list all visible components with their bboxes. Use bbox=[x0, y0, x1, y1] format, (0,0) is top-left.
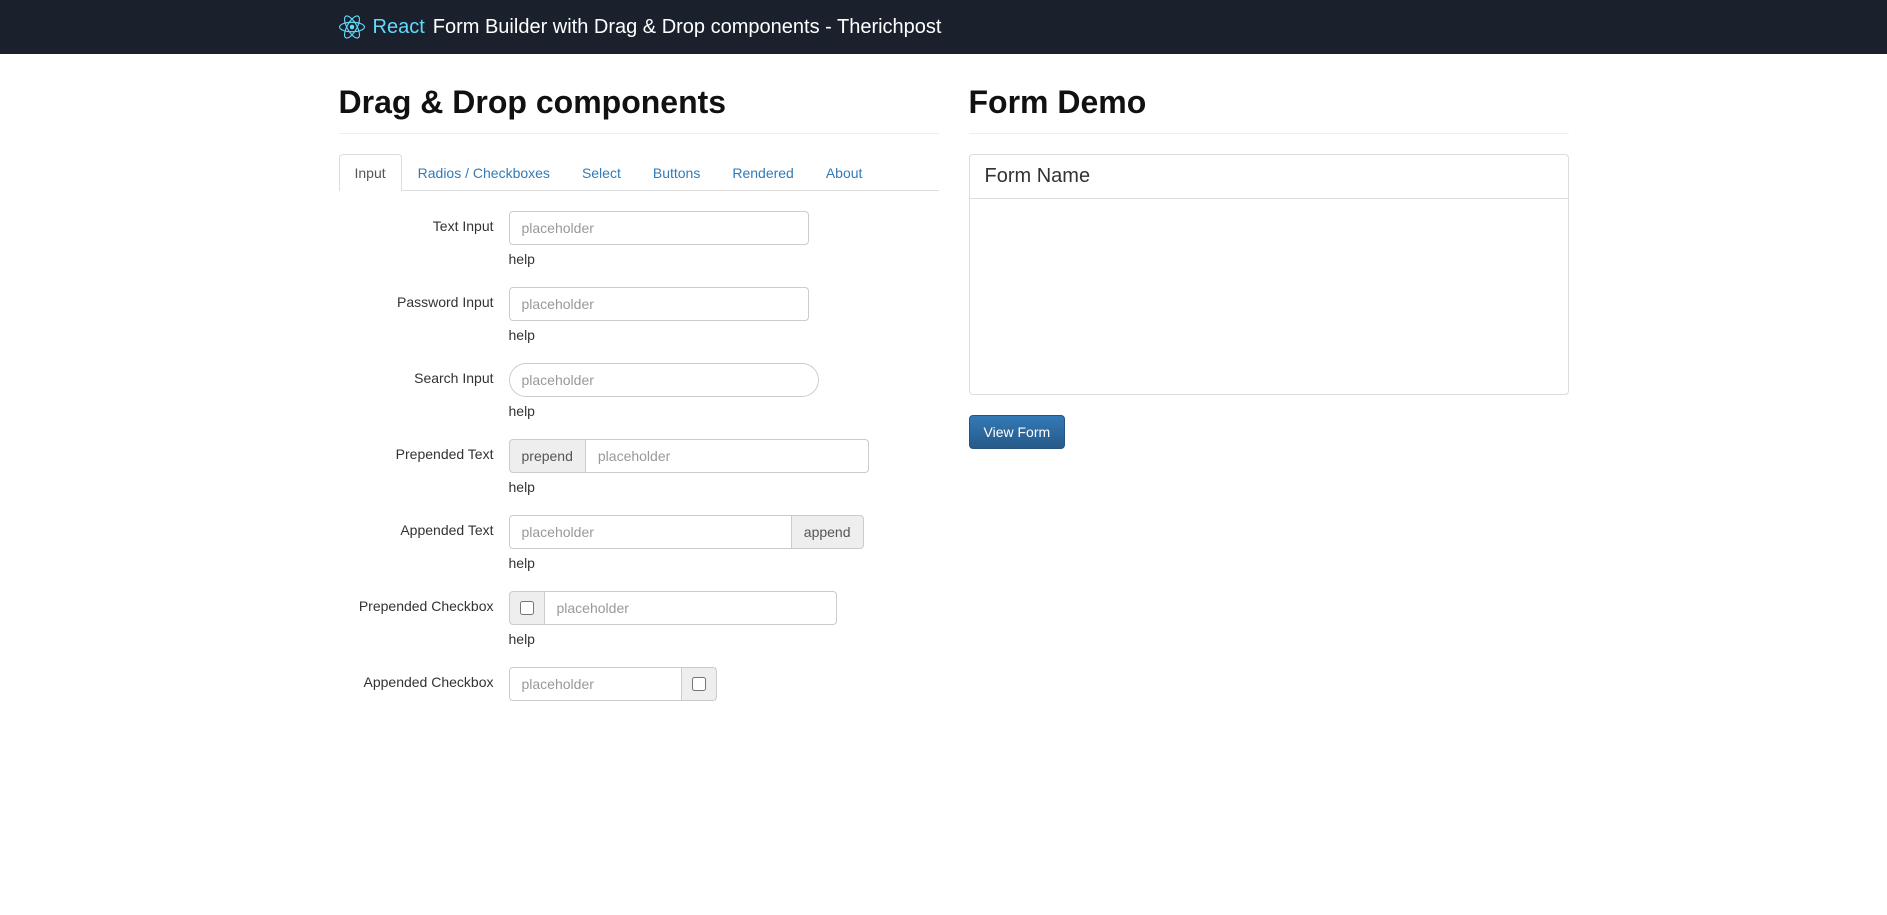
appended-checkbox-addon bbox=[682, 667, 717, 701]
append-addon: append bbox=[792, 515, 864, 549]
field-appended-text[interactable]: Appended Text append help bbox=[339, 515, 939, 571]
components-panel: Drag & Drop components Input Radios / Ch… bbox=[339, 84, 939, 721]
search-input-help: help bbox=[509, 403, 939, 419]
prepended-checkbox-field[interactable] bbox=[544, 591, 837, 625]
prepended-text-field[interactable] bbox=[585, 439, 869, 473]
text-input-help: help bbox=[509, 251, 939, 267]
text-input-label: Text Input bbox=[339, 211, 509, 267]
prepended-checkbox[interactable] bbox=[520, 601, 534, 615]
search-input-label: Search Input bbox=[339, 363, 509, 419]
tab-radios-checkboxes[interactable]: Radios / Checkboxes bbox=[402, 154, 566, 191]
field-password-input[interactable]: Password Input help bbox=[339, 287, 939, 343]
prepended-text-label: Prepended Text bbox=[339, 439, 509, 495]
tab-select[interactable]: Select bbox=[566, 154, 637, 191]
appended-checkbox-label: Appended Checkbox bbox=[339, 667, 509, 701]
form-demo-box[interactable]: Form Name bbox=[969, 154, 1569, 395]
navbar: React Form Builder with Drag & Drop comp… bbox=[0, 0, 1887, 54]
field-prepended-checkbox[interactable]: Prepended Checkbox help bbox=[339, 591, 939, 647]
react-logo-icon bbox=[339, 14, 365, 40]
field-prepended-text[interactable]: Prepended Text prepend help bbox=[339, 439, 939, 495]
password-input-label: Password Input bbox=[339, 287, 509, 343]
prepended-checkbox-label: Prepended Checkbox bbox=[339, 591, 509, 647]
field-search-input[interactable]: Search Input help bbox=[339, 363, 939, 419]
search-input-field[interactable] bbox=[509, 363, 819, 397]
appended-checkbox-field[interactable] bbox=[509, 667, 682, 701]
text-input-field[interactable] bbox=[509, 211, 809, 245]
prepended-text-help: help bbox=[509, 479, 939, 495]
divider bbox=[339, 133, 939, 134]
password-input-help: help bbox=[509, 327, 939, 343]
demo-panel: Form Demo Form Name View Form bbox=[969, 84, 1569, 721]
field-appended-checkbox[interactable]: Appended Checkbox bbox=[339, 667, 939, 701]
nav-title: Form Builder with Drag & Drop components… bbox=[433, 16, 942, 39]
form-demo-body[interactable] bbox=[970, 199, 1568, 394]
prepend-addon: prepend bbox=[509, 439, 585, 473]
password-input-field[interactable] bbox=[509, 287, 809, 321]
prepended-checkbox-help: help bbox=[509, 631, 939, 647]
view-form-button[interactable]: View Form bbox=[969, 415, 1066, 449]
form-demo-heading: Form Demo bbox=[969, 84, 1569, 121]
appended-text-help: help bbox=[509, 555, 939, 571]
appended-text-field[interactable] bbox=[509, 515, 792, 549]
appended-checkbox[interactable] bbox=[692, 677, 706, 691]
field-text-input[interactable]: Text Input help bbox=[339, 211, 939, 267]
tab-about[interactable]: About bbox=[810, 154, 879, 191]
tab-input[interactable]: Input bbox=[339, 154, 402, 191]
components-heading: Drag & Drop components bbox=[339, 84, 939, 121]
appended-text-label: Appended Text bbox=[339, 515, 509, 571]
tab-buttons[interactable]: Buttons bbox=[637, 154, 716, 191]
tabs: Input Radios / Checkboxes Select Buttons… bbox=[339, 154, 939, 191]
tab-rendered[interactable]: Rendered bbox=[716, 154, 810, 191]
nav-brand[interactable]: React bbox=[373, 16, 425, 39]
form-name: Form Name bbox=[970, 155, 1568, 199]
divider bbox=[969, 133, 1569, 134]
prepended-checkbox-addon bbox=[509, 591, 544, 625]
